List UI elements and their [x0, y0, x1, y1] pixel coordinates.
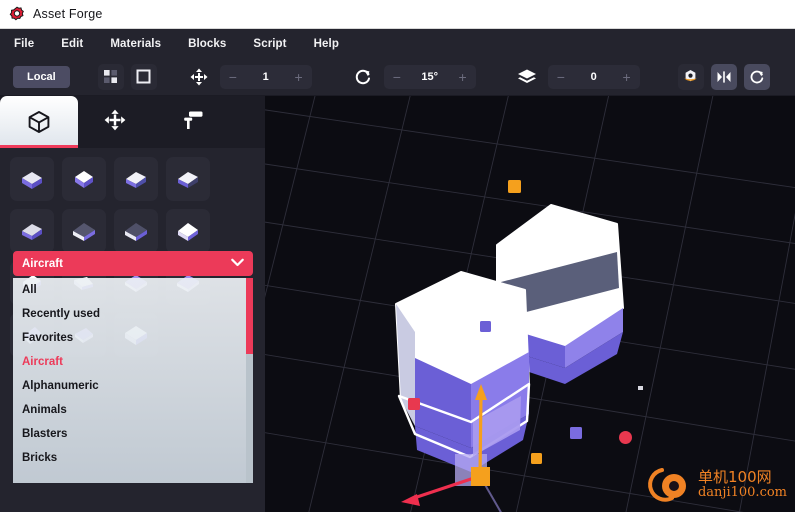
- handle-orange-top: [508, 180, 521, 193]
- handle-violet-left: [480, 321, 491, 332]
- asset-item[interactable]: [114, 157, 158, 201]
- dropdown-scrollbar-track[interactable]: [246, 278, 253, 483]
- rotate-reset-icon[interactable]: [743, 63, 770, 90]
- rotate-step-minus[interactable]: −: [393, 70, 401, 84]
- panel-tab-strip: [0, 96, 265, 148]
- asset-item[interactable]: [166, 209, 210, 253]
- dropdown-option-favorites[interactable]: Favorites: [13, 326, 253, 350]
- handle-violet-lower: [570, 427, 582, 439]
- asset-item[interactable]: [166, 157, 210, 201]
- rotate-step-value[interactable]: 15°: [421, 71, 438, 83]
- handle-white-dot: [638, 386, 643, 390]
- dropdown-option-blasters[interactable]: Blasters: [13, 422, 253, 446]
- category-dropdown-button[interactable]: Aircraft: [13, 251, 253, 276]
- asset-item[interactable]: [62, 209, 106, 253]
- 3d-viewport[interactable]: 单机100网 danji100.com: [265, 96, 795, 512]
- category-dropdown-list[interactable]: All Recently used Favorites Aircraft Alp…: [13, 278, 253, 483]
- tab-models[interactable]: [0, 96, 78, 148]
- move-step-minus[interactable]: −: [229, 70, 237, 84]
- dropdown-option-alphanumeric[interactable]: Alphanumeric: [13, 374, 253, 398]
- pivot-gem-icon[interactable]: [677, 63, 704, 90]
- cube-icon: [26, 109, 52, 135]
- tab-materials[interactable]: [156, 96, 234, 148]
- dropdown-option-bricks[interactable]: Bricks: [13, 446, 253, 470]
- menu-item-blocks[interactable]: Blocks: [188, 38, 226, 50]
- layer-step-value[interactable]: 0: [591, 71, 597, 83]
- layer-step-minus[interactable]: −: [557, 70, 565, 84]
- dropdown-option-aircraft[interactable]: Aircraft: [13, 350, 253, 374]
- gear-logo-icon: [9, 6, 25, 22]
- move-arrows-icon: [104, 109, 130, 135]
- move-step-stepper[interactable]: − 1 +: [219, 64, 312, 89]
- toolbar: Local − 1 + − 15° + − 0 +: [0, 58, 795, 96]
- chevron-down-icon: [231, 258, 244, 270]
- asset-item[interactable]: [10, 209, 54, 253]
- rotate-cw-icon[interactable]: [350, 64, 376, 90]
- move-step-value[interactable]: 1: [263, 71, 269, 83]
- menu-item-edit[interactable]: Edit: [61, 38, 83, 50]
- menu-item-help[interactable]: Help: [314, 38, 339, 50]
- handle-orange-bottom: [531, 453, 542, 464]
- menu-bar: File Edit Materials Blocks Script Help: [0, 29, 795, 58]
- title-bar: Asset Forge: [0, 0, 795, 29]
- window-title: Asset Forge: [33, 7, 103, 21]
- tab-transform[interactable]: [78, 96, 156, 148]
- space-mode-button[interactable]: Local: [13, 65, 70, 88]
- aircraft-model: [395, 204, 624, 472]
- application-window: Asset Forge File Edit Materials Blocks S…: [0, 0, 795, 512]
- menu-item-script[interactable]: Script: [253, 38, 286, 50]
- asset-item[interactable]: [114, 209, 158, 253]
- move-step-plus[interactable]: +: [295, 70, 303, 84]
- layer-step-plus[interactable]: +: [623, 70, 631, 84]
- category-dropdown-value: Aircraft: [22, 257, 63, 270]
- asset-item[interactable]: [62, 157, 106, 201]
- layer-step-stepper[interactable]: − 0 +: [547, 64, 640, 89]
- square-outline-icon[interactable]: [130, 63, 157, 90]
- dropdown-option-all[interactable]: All: [13, 278, 253, 302]
- handle-red-far-left: [408, 398, 420, 410]
- left-panel: Aircraft All Recently used Favorites Air…: [0, 96, 265, 512]
- asset-item[interactable]: [10, 157, 54, 201]
- rotate-step-plus[interactable]: +: [459, 70, 467, 84]
- grid-quads-icon[interactable]: [97, 63, 124, 90]
- layers-stack-icon[interactable]: [514, 64, 540, 90]
- handle-red-right: [619, 431, 632, 444]
- menu-item-file[interactable]: File: [14, 38, 34, 50]
- move-arrows-icon[interactable]: [186, 64, 212, 90]
- category-dropdown[interactable]: Aircraft All Recently used Favorites Air…: [13, 251, 253, 483]
- menu-item-materials[interactable]: Materials: [110, 38, 161, 50]
- rotate-step-stepper[interactable]: − 15° +: [383, 64, 476, 89]
- dropdown-option-animals[interactable]: Animals: [13, 398, 253, 422]
- dropdown-option-recently-used[interactable]: Recently used: [13, 302, 253, 326]
- dropdown-scrollbar-thumb[interactable]: [246, 278, 253, 354]
- mirror-flip-icon[interactable]: [710, 63, 737, 90]
- paint-roller-icon: [182, 109, 208, 135]
